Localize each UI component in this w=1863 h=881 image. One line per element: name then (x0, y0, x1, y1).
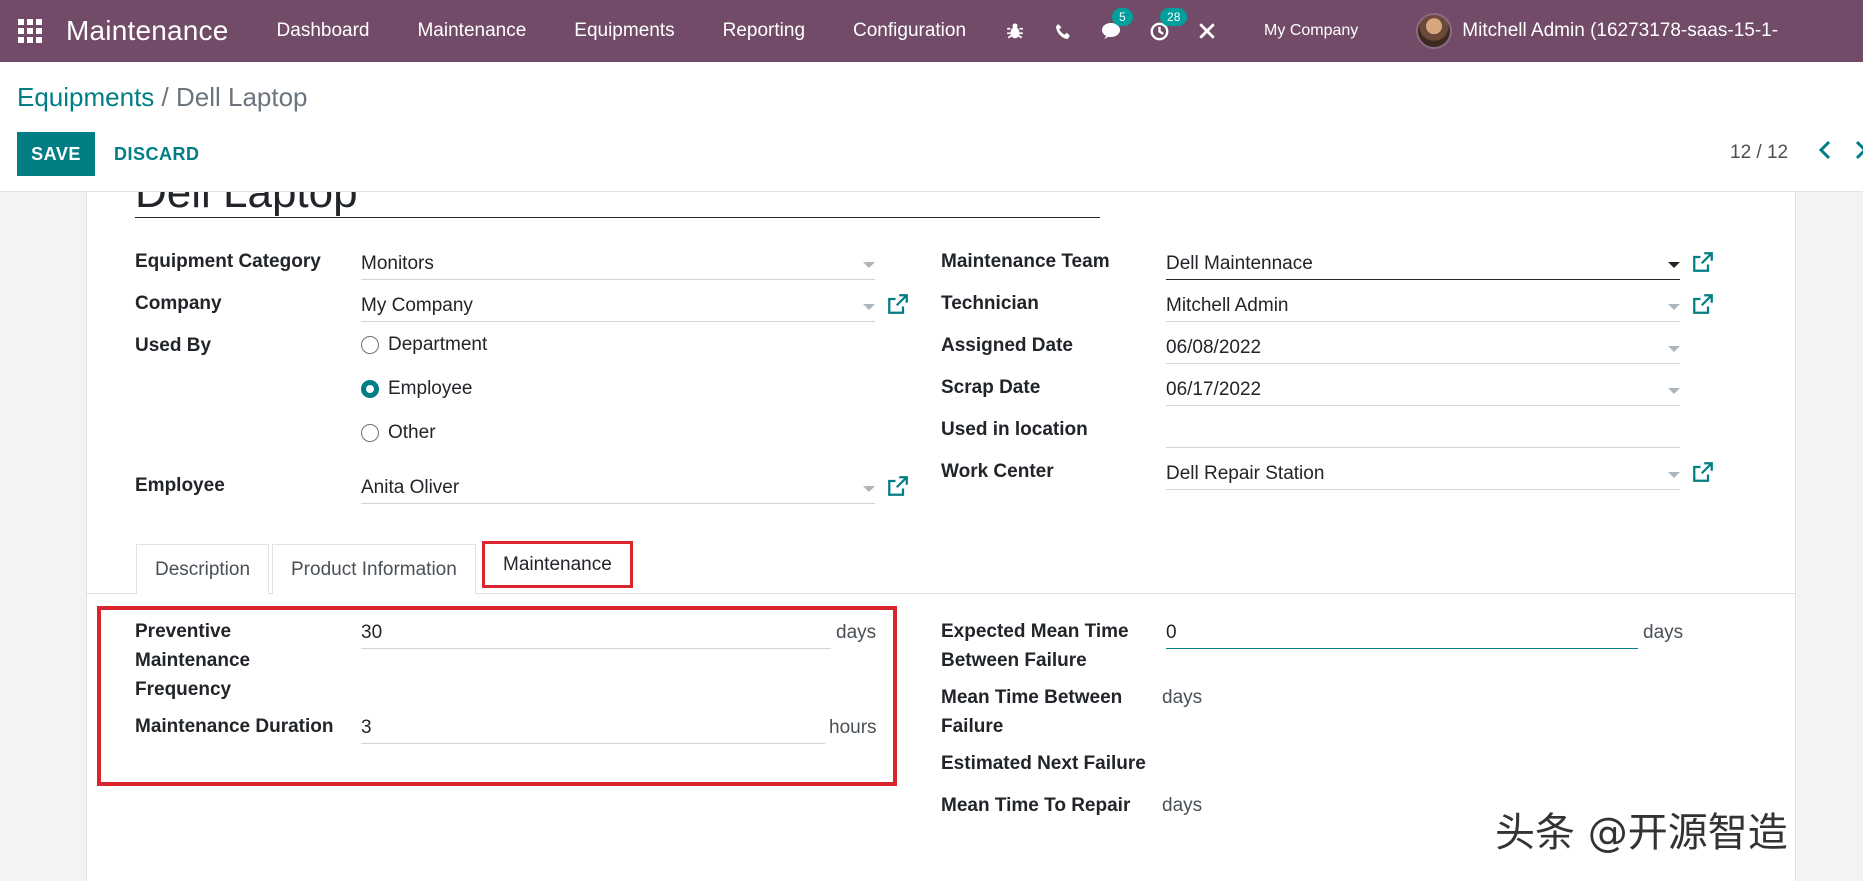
assigned-date-label: Assigned Date (941, 335, 1073, 356)
company-switcher[interactable]: My Company (1264, 22, 1358, 40)
company-label: Company (135, 293, 222, 314)
used-by-department-radio[interactable]: Department (361, 334, 487, 356)
radio-label: Department (388, 334, 488, 355)
chevron-down-icon[interactable] (863, 304, 875, 310)
used-in-location-label: Used in location (941, 419, 1088, 440)
radio-circle[interactable] (361, 336, 379, 354)
work-center-field[interactable]: Dell Repair Station (1166, 458, 1680, 490)
technician-label: Technician (941, 293, 1039, 314)
form-sheet: Dell Laptop Equipment Category Monitors … (86, 192, 1796, 881)
used-by-other-radio[interactable]: Other (361, 422, 436, 444)
technician-field[interactable]: Mitchell Admin (1166, 290, 1680, 322)
chat-badge: 5 (1112, 8, 1133, 26)
tools-icon[interactable] (1196, 20, 1218, 42)
company-value: My Company (361, 295, 473, 316)
employee-label: Employee (135, 475, 225, 496)
radio-circle[interactable] (361, 424, 379, 442)
scrap-date-value: 06/17/2022 (1166, 379, 1262, 400)
external-link-icon[interactable] (1693, 252, 1713, 272)
employee-value: Anita Oliver (361, 477, 460, 498)
equipment-category-label: Equipment Category (135, 251, 321, 272)
chevron-down-icon[interactable] (863, 262, 875, 268)
activity-badge: 28 (1160, 8, 1188, 26)
mtbf-unit: days (1162, 687, 1203, 708)
bug-icon[interactable] (1004, 20, 1026, 42)
assigned-date-field[interactable]: 06/08/2022 (1166, 332, 1680, 364)
expected-mtbf-label: Expected Mean Time Between Failure (941, 621, 1129, 671)
user-menu[interactable]: Mitchell Admin (16273178-saas-15-1- (1462, 20, 1778, 42)
chevron-down-icon[interactable] (1668, 472, 1680, 478)
maintenance-duration-label: Maintenance Duration (135, 716, 334, 737)
phone-icon[interactable] (1052, 20, 1074, 42)
menu-equipments[interactable]: Equipments (574, 20, 674, 42)
control-panel: Equipments / Dell Laptop SAVE DISCARD 12… (0, 62, 1863, 192)
chevron-down-icon[interactable] (1668, 304, 1680, 310)
used-by-employee-radio[interactable]: Employee (361, 378, 473, 400)
external-link-icon[interactable] (888, 294, 908, 314)
chevron-down-icon[interactable] (1668, 388, 1680, 394)
apps-menu-icon[interactable] (0, 0, 60, 62)
menu-reporting[interactable]: Reporting (723, 20, 805, 42)
technician-value: Mitchell Admin (1166, 295, 1289, 316)
tab-maintenance[interactable]: Maintenance (482, 541, 633, 588)
assigned-date-value: 06/08/2022 (1166, 337, 1262, 358)
used-in-location-field[interactable] (1166, 416, 1680, 448)
chevron-down-icon[interactable] (1668, 262, 1680, 268)
discard-button[interactable]: DISCARD (114, 132, 200, 176)
mtbf-label: Mean Time Between Failure (941, 687, 1123, 737)
used-by-label: Used By (135, 335, 212, 356)
external-link-icon[interactable] (1693, 462, 1713, 482)
pm-frequency-label: Preventive Maintenance Frequency (135, 621, 251, 700)
app-brand[interactable]: Maintenance (66, 15, 229, 47)
scrap-date-label: Scrap Date (941, 377, 1041, 398)
tab-description[interactable]: Description (136, 544, 270, 594)
maintenance-team-field[interactable]: Dell Maintennace (1166, 248, 1680, 280)
external-link-icon[interactable] (1693, 294, 1713, 314)
employee-field[interactable]: Anita Oliver (361, 472, 875, 504)
scrap-date-field[interactable]: 06/17/2022 (1166, 374, 1680, 406)
maintenance-team-value: Dell Maintennace (1166, 253, 1313, 274)
company-field[interactable]: My Company (361, 290, 875, 322)
radio-circle-checked[interactable] (361, 380, 379, 398)
menu-maintenance[interactable]: Maintenance (417, 20, 526, 42)
breadcrumb-equipments[interactable]: Equipments (17, 82, 154, 112)
maintenance-team-label: Maintenance Team (941, 251, 1110, 272)
menu-dashboard[interactable]: Dashboard (277, 20, 370, 42)
breadcrumb-current: Dell Laptop (175, 82, 308, 112)
pm-frequency-unit: days (836, 622, 877, 643)
chevron-down-icon[interactable] (1668, 346, 1680, 352)
pm-frequency-input[interactable]: 30 (361, 617, 831, 649)
radio-label: Other (388, 422, 436, 443)
equipment-name-input[interactable]: Dell Laptop (135, 192, 1100, 218)
next-failure-label: Estimated Next Failure (941, 753, 1146, 774)
expected-mtbf-input[interactable]: 0 (1166, 617, 1638, 649)
top-navbar: Maintenance Dashboard Maintenance Equipm… (0, 0, 1863, 62)
mttr-label: Mean Time To Repair (941, 795, 1131, 816)
pager-prev-icon[interactable] (1818, 140, 1832, 166)
breadcrumb: Equipments / Dell Laptop (17, 82, 308, 113)
mttr-unit: days (1162, 795, 1203, 816)
pager-next-icon[interactable] (1855, 140, 1863, 166)
pager-counter[interactable]: 12 / 12 (1730, 142, 1788, 164)
work-center-value: Dell Repair Station (1166, 463, 1325, 484)
save-button[interactable]: SAVE (17, 132, 95, 176)
radio-label: Employee (388, 378, 473, 399)
external-link-icon[interactable] (888, 476, 908, 496)
menu-configuration[interactable]: Configuration (853, 20, 966, 42)
work-center-label: Work Center (941, 461, 1054, 482)
breadcrumb-separator: / (154, 82, 176, 112)
maintenance-duration-input[interactable]: 3 (361, 712, 825, 744)
tab-product-information[interactable]: Product Information (272, 544, 476, 594)
watermark: 头条 @开源智造 (1495, 810, 1788, 856)
equipment-category-field[interactable]: Monitors (361, 248, 875, 280)
user-avatar[interactable] (1416, 13, 1453, 49)
maintenance-duration-unit: hours (829, 717, 877, 738)
expected-mtbf-unit: days (1643, 622, 1684, 643)
activity-icon[interactable]: 28 (1148, 8, 1188, 42)
chat-icon[interactable]: 5 (1100, 8, 1133, 42)
chevron-down-icon[interactable] (863, 486, 875, 492)
equipment-category-value: Monitors (361, 253, 434, 274)
